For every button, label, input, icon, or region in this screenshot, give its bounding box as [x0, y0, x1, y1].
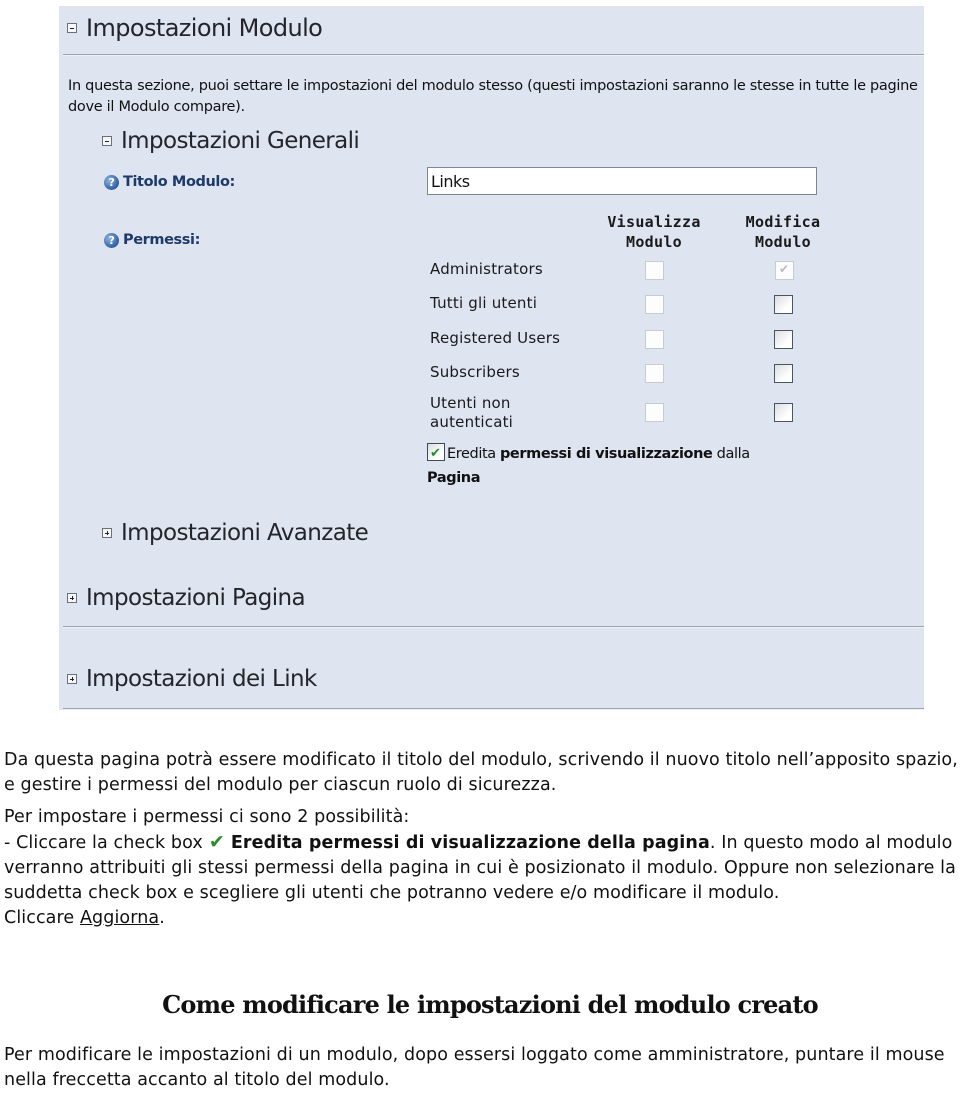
column-header-line: Modulo	[626, 233, 682, 251]
checkmark-icon: ✔	[208, 831, 225, 853]
section-title: Impostazioni dei Link	[86, 666, 317, 692]
section-title: Impostazioni Pagina	[86, 585, 306, 611]
document-body: Da questa pagina potrà essere modificato…	[4, 748, 959, 931]
role-label: Administrators	[430, 260, 543, 278]
click-prefix: Cliccare	[4, 908, 75, 928]
divider	[63, 626, 924, 628]
paragraph-intro: Da questa pagina potrà essere modificato…	[4, 750, 958, 795]
aggiorna-link[interactable]: Aggiorna	[80, 908, 159, 928]
column-header-line: Modifica	[745, 213, 821, 231]
view-checkbox	[645, 330, 664, 349]
view-checkbox	[645, 261, 664, 280]
role-label: Utenti non autenticati	[430, 394, 513, 432]
role-label-line: autenticati	[430, 413, 514, 431]
permissions-label-text: Permessi:	[123, 232, 200, 248]
document-body-2: Per modificare le impostazioni di un mod…	[4, 1043, 959, 1093]
divider	[63, 54, 924, 56]
inherit-permissions-option[interactable]: Eredita permessi di visualizzazione dall…	[427, 442, 847, 490]
inherit-last: Pagina	[427, 470, 481, 486]
role-label: Tutti gli utenti	[430, 294, 538, 312]
help-icon[interactable]: ?	[104, 174, 119, 190]
column-header-line: Visualizza	[607, 213, 701, 231]
section-title: Impostazioni Modulo	[86, 14, 323, 42]
permissions-label: ? Permessi:	[104, 232, 200, 248]
section-header-module-settings[interactable]: Impostazioni Modulo	[67, 14, 323, 42]
collapse-icon[interactable]	[102, 136, 112, 146]
options-bold: Eredita permessi di visualizzazione dell…	[230, 833, 710, 853]
inherit-bold: permessi di visualizzazione	[499, 446, 713, 462]
module-title-label-text: Titolo Modulo:	[123, 174, 235, 190]
module-settings-panel: Impostazioni Modulo In questa sezione, p…	[59, 6, 924, 710]
divider	[63, 708, 924, 710]
section-header-link-settings[interactable]: Impostazioni dei Link	[67, 666, 317, 692]
section-header-advanced-settings[interactable]: Impostazioni Avanzate	[102, 520, 369, 546]
paragraph-options: - Cliccare la check box ✔ Eredita permessi…	[4, 830, 959, 906]
view-checkbox	[645, 295, 664, 314]
edit-checkbox	[775, 261, 794, 280]
view-checkbox	[645, 403, 664, 422]
intro-text: In questa sezione, puoi settare le impos…	[68, 78, 918, 115]
section-header-general-settings[interactable]: Impostazioni Generali	[102, 128, 360, 154]
role-label: Subscribers	[430, 363, 520, 381]
paragraph-click: Cliccare Aggiorna.	[4, 906, 959, 931]
paragraph-modify: Per modificare le impostazioni di un mod…	[4, 1045, 945, 1090]
inherit-permissions-checkbox[interactable]	[427, 442, 445, 466]
column-header-line: Modulo	[755, 233, 811, 251]
role-label: Registered Users	[430, 329, 561, 347]
section-title: Impostazioni Generali	[121, 128, 360, 154]
section-title: Impostazioni Avanzate	[121, 520, 369, 546]
expand-icon[interactable]	[67, 674, 77, 684]
edit-checkbox[interactable]	[774, 364, 793, 383]
paragraph-options-intro: Per impostare i permessi ci sono 2 possi…	[4, 807, 410, 827]
collapse-icon[interactable]	[67, 23, 77, 33]
section-header-page-settings[interactable]: Impostazioni Pagina	[67, 585, 306, 611]
edit-checkbox[interactable]	[774, 295, 793, 314]
section-heading: Come modificare le impostazioni del modu…	[162, 990, 819, 1019]
edit-checkbox[interactable]	[774, 403, 793, 422]
column-header-view: Visualizza Modulo	[594, 212, 714, 252]
click-suffix: .	[159, 908, 165, 928]
inherit-suffix: dalla	[716, 446, 750, 462]
help-icon[interactable]: ?	[104, 232, 119, 248]
expand-icon[interactable]	[67, 593, 77, 603]
options-prefix: - Cliccare la check box	[4, 833, 203, 853]
expand-icon[interactable]	[102, 528, 112, 538]
edit-checkbox[interactable]	[774, 330, 793, 349]
view-checkbox	[645, 364, 664, 383]
inherit-prefix: Eredita	[447, 446, 496, 462]
column-header-edit: Modifica Modulo	[725, 212, 841, 252]
module-title-input[interactable]	[427, 167, 817, 195]
role-label-line: Utenti non	[430, 394, 511, 412]
module-title-label: ? Titolo Modulo:	[104, 174, 235, 190]
